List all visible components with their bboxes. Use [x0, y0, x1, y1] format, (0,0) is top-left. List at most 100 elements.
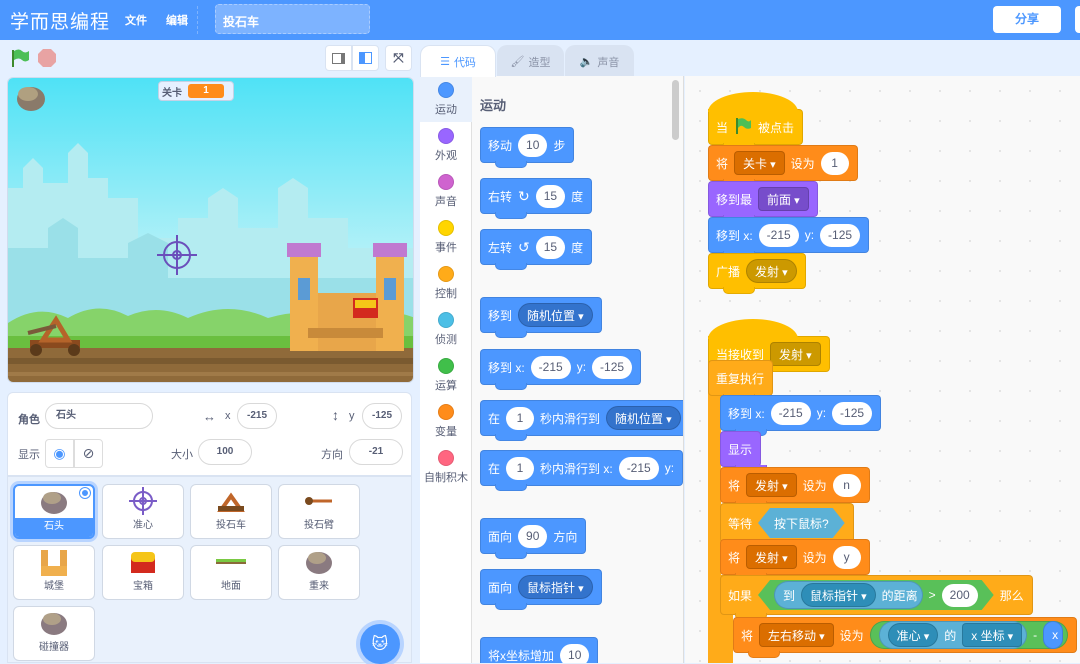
number-input[interactable]: 10	[560, 643, 590, 663]
dropdown-menu[interactable]: 关卡	[734, 151, 785, 175]
number-input[interactable]: -215	[618, 456, 659, 480]
share-button[interactable]: 分享	[993, 6, 1061, 33]
motion-block[interactable]: 移到 x: -215 y: -125	[708, 217, 870, 258]
number-input[interactable]: 15	[535, 184, 566, 208]
sprite-tile[interactable]: 投石车	[190, 484, 272, 539]
dropdown-menu[interactable]: x 坐标	[962, 623, 1023, 647]
motion-block[interactable]: 左转 ↺ 15 度	[480, 229, 593, 270]
reporter-block[interactable]: 到鼠标指针的距离	[774, 581, 923, 609]
dropdown-menu[interactable]: 鼠标指针	[801, 583, 876, 607]
normal-stage-button[interactable]	[352, 45, 379, 71]
tab-costumes[interactable]: 🖌 造型	[497, 45, 564, 77]
dropdown-menu[interactable]: 发射	[746, 545, 797, 569]
number-input[interactable]: n	[832, 473, 861, 497]
number-input[interactable]: -125	[832, 401, 873, 425]
small-stage-button[interactable]	[325, 45, 352, 71]
looks-block[interactable]: 移到最 前面	[708, 181, 818, 222]
number-input[interactable]: -215	[770, 401, 811, 425]
variables-block[interactable]: 将左右移动设为 准心的 x 坐标-x	[733, 617, 1078, 658]
reporter-block[interactable]: 准心的 x 坐标	[878, 621, 1028, 649]
sprite-tile[interactable]: 宝箱	[102, 545, 184, 600]
motion-block[interactable]: 面向 90 方向	[480, 518, 587, 559]
reporter-block[interactable]: x	[1043, 621, 1064, 649]
dropdown-menu[interactable]: 发射	[770, 342, 821, 366]
sprite-tile[interactable]: 城堡	[13, 545, 95, 600]
number-input[interactable]: y	[832, 545, 861, 569]
dropdown-menu[interactable]: 左右移动	[759, 623, 834, 647]
dropdown-menu[interactable]: 前面	[758, 187, 809, 211]
motion-block[interactable]: 在 1 秒内滑行到 x: -215 y:	[480, 450, 683, 491]
sprite-tile[interactable]: 石头	[13, 484, 95, 539]
variables-block[interactable]: 将发射设为 y	[720, 539, 870, 580]
sprite-tile[interactable]: 准心	[102, 484, 184, 539]
looks-block[interactable]: 显示	[720, 431, 768, 472]
stage-canvas[interactable]	[7, 77, 414, 383]
size-input[interactable]: 100	[198, 439, 252, 465]
number-input[interactable]: 1	[820, 151, 849, 175]
number-input[interactable]: 1	[506, 406, 535, 430]
account-button[interactable]	[1075, 6, 1080, 33]
show-hidden-button[interactable]: ⊘	[74, 439, 103, 468]
category-item[interactable]: 控制	[420, 260, 472, 306]
motion-block[interactable]: 将x坐标增加 10	[480, 637, 599, 663]
category-item[interactable]: 侦测	[420, 306, 472, 352]
category-item[interactable]: 变量	[420, 398, 472, 444]
show-visible-button[interactable]: ◉	[45, 439, 74, 468]
motion-block[interactable]: 移动 10 步	[480, 127, 575, 168]
dropdown-menu[interactable]: 发射	[746, 473, 797, 497]
tab-sounds[interactable]: 🔈 声音	[565, 45, 634, 77]
sprite-tile[interactable]: 投石臂	[278, 484, 360, 539]
control-block[interactable]: 等待 按下鼠标?	[720, 503, 854, 548]
motion-block[interactable]: 在 1 秒内滑行到 随机位置	[480, 400, 683, 441]
motion-block[interactable]: 移到 随机位置	[480, 297, 602, 338]
reporter-block[interactable]: 准心的 x 坐标-x	[869, 621, 1069, 649]
category-item[interactable]: 声音	[420, 168, 472, 214]
number-input[interactable]: -215	[530, 355, 571, 379]
category-item[interactable]: 外观	[420, 122, 472, 168]
control-block[interactable]: 如果 到鼠标指针的距离 >200 那么	[720, 575, 1033, 620]
control-block[interactable]: 重复执行	[708, 360, 774, 401]
app-logo[interactable]: 学而思编程	[10, 7, 110, 34]
direction-input[interactable]: -21	[349, 439, 403, 465]
variables-block[interactable]: 将发射设为 n	[720, 467, 870, 508]
category-item[interactable]: 运动	[420, 76, 472, 122]
menu-edit[interactable]: 编辑	[166, 12, 188, 28]
x-input[interactable]: -215	[237, 403, 277, 429]
number-input[interactable]: 15	[535, 235, 566, 259]
number-input[interactable]: -125	[592, 355, 633, 379]
tab-code[interactable]: ☰ 代码	[420, 45, 496, 77]
category-item[interactable]: 事件	[420, 214, 472, 260]
stop-icon[interactable]	[37, 48, 57, 71]
dropdown-menu[interactable]: 发射	[746, 259, 797, 283]
sprite-tile[interactable]: 重来	[278, 545, 360, 600]
sprite-tile[interactable]: 碰撞器	[13, 606, 95, 661]
category-item[interactable]: 自制积木	[420, 444, 472, 490]
dropdown-menu[interactable]: 鼠标指针	[518, 575, 593, 599]
motion-block[interactable]: 右转 ↻ 15 度	[480, 178, 593, 219]
number-input[interactable]: 90	[518, 524, 548, 548]
dropdown-menu[interactable]: 随机位置	[606, 406, 681, 430]
motion-block[interactable]: 面向 鼠标指针	[480, 569, 602, 610]
add-sprite-button[interactable]: 🐱	[360, 624, 400, 664]
fullscreen-button[interactable]: ⤧	[385, 45, 412, 71]
sprite-tile[interactable]: 地面	[190, 545, 272, 600]
events-block[interactable]: 当 被点击	[708, 92, 804, 150]
motion-block[interactable]: 移到 x: -215 y: -125	[480, 349, 642, 390]
category-item[interactable]: 运算	[420, 352, 472, 398]
motion-block[interactable]: 移到 x: -215 y: -125	[720, 395, 882, 436]
green-flag-icon[interactable]	[10, 48, 30, 71]
variables-block[interactable]: 将关卡设为 1	[708, 145, 858, 186]
delete-sprite-icon[interactable]	[80, 488, 90, 498]
dropdown-menu[interactable]: 随机位置	[518, 303, 593, 327]
dropdown-menu[interactable]: 准心	[887, 623, 939, 647]
number-input[interactable]: -125	[820, 223, 861, 247]
number-input[interactable]: 10	[518, 133, 548, 157]
number-input[interactable]: -215	[758, 223, 799, 247]
palette-scrollbar[interactable]	[672, 80, 679, 140]
code-workspace[interactable]: 当被点击将关卡设为1移到最前面移到 x:-215y:-125广播发射当接收到发射…	[685, 76, 1080, 663]
events-block[interactable]: 广播 发射	[708, 253, 806, 294]
project-name-input[interactable]: 投石车	[215, 4, 370, 34]
y-input[interactable]: -125	[362, 403, 402, 429]
number-input[interactable]: 1	[506, 456, 535, 480]
menu-file[interactable]: 文件	[125, 12, 147, 28]
